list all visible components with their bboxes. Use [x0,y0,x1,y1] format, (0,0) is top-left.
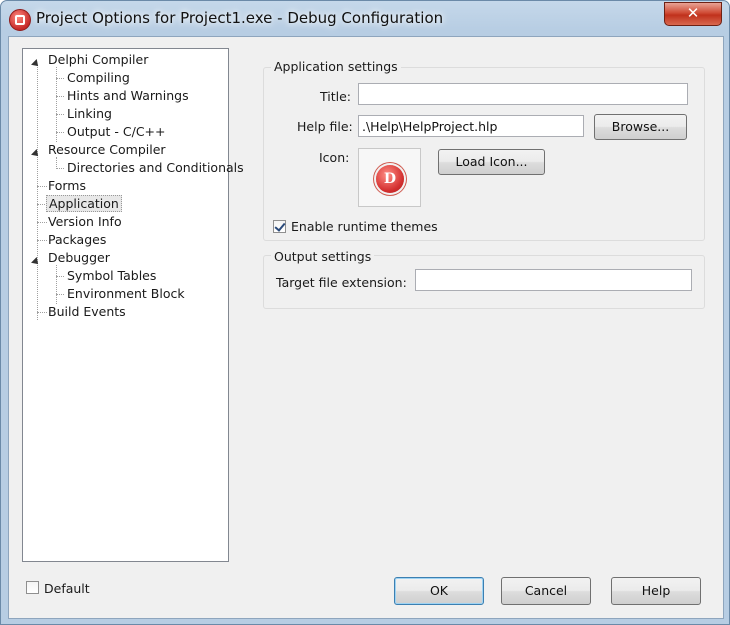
tree-item-label: Linking [67,106,112,121]
tree-item-label: Build Events [48,304,126,319]
tree-item-label: Debugger [48,250,110,265]
tree-item-packages[interactable]: Packages [46,231,108,249]
enable-runtime-themes-checkbox[interactable] [273,220,286,233]
tree-item-debugger[interactable]: Debugger [23,249,223,267]
close-button[interactable]: ✕ [664,2,722,26]
tree-item-symbol-tables[interactable]: Symbol Tables [65,267,158,285]
title-label: Title: [320,89,351,104]
tree-item-environment-block[interactable]: Environment Block [65,285,187,303]
collapse-arrow-icon[interactable] [31,149,41,159]
tree-item-label: Compiling [67,70,130,85]
window-title: Project Options for Project1.exe - Debug… [36,9,444,27]
tree-item-application[interactable]: Application [46,195,122,213]
dialog-window: Project Options for Project1.exe - Debug… [0,0,730,625]
tree-item-directories-and-conditionals[interactable]: Directories and Conditionals [65,159,246,177]
dialog-client: Delphi Compiler Compiling Hints and Warn… [8,36,724,619]
options-tree[interactable]: Delphi Compiler Compiling Hints and Warn… [22,48,244,562]
tree-item-label: Hints and Warnings [67,88,189,103]
tree-item-compiling[interactable]: Compiling [65,69,132,87]
tree-connector [56,294,64,295]
tree-connector [56,114,64,115]
tree-connector [56,132,64,133]
target-file-extension-label: Target file extension: [276,275,407,290]
tree-item-resource-compiler[interactable]: Resource Compiler [23,141,223,159]
tree-item-linking[interactable]: Linking [65,105,114,123]
icon-label: Icon: [319,150,350,165]
cancel-button[interactable]: Cancel [501,577,591,605]
application-settings-title: Application settings [271,59,401,74]
tree-item-label: Forms [48,178,87,193]
tree-item-build-events[interactable]: Build Events [46,303,128,321]
tree-item-version-info[interactable]: Version Info [46,213,124,231]
tree-connector [56,276,64,277]
tree-item-label: Delphi Compiler [48,52,149,67]
default-checkbox[interactable] [26,581,39,594]
tree-item-label: Output - C/C++ [67,124,166,139]
delphi-app-icon: D [376,165,404,193]
enable-runtime-themes-label[interactable]: Enable runtime themes [291,219,438,234]
tree-item-label: Environment Block [67,286,185,301]
tree-item-label: Version Info [48,214,122,229]
tree-item-label: Symbol Tables [67,268,157,283]
tree-item-label: Resource Compiler [48,142,166,157]
tree-item-label: Directories and Conditionals [67,160,244,175]
default-label[interactable]: Default [44,581,90,596]
target-file-extension-input[interactable] [415,269,692,291]
collapse-arrow-icon[interactable] [31,59,41,69]
output-settings-title: Output settings [271,249,375,264]
help-button[interactable]: Help [611,577,701,605]
tree-item-hints-and-warnings[interactable]: Hints and Warnings [65,87,191,105]
collapse-arrow-icon[interactable] [31,257,41,267]
title-bar[interactable]: Project Options for Project1.exe - Debug… [1,1,729,37]
title-input[interactable] [358,83,688,105]
tree-connector [56,78,64,79]
app-icon [9,9,31,31]
tree-item-forms[interactable]: Forms [46,177,88,195]
ok-button[interactable]: OK [394,577,484,605]
tree-connector [56,168,64,169]
load-icon-button[interactable]: Load Icon... [438,149,545,175]
tree-item-label: Packages [48,232,107,247]
browse-button[interactable]: Browse... [594,114,687,140]
help-file-label: Help file: [297,119,353,134]
tree-item-delphi-compiler[interactable]: Delphi Compiler [23,51,223,69]
icon-preview: D [358,148,421,207]
tree-connector [56,265,57,304]
tree-item-output-cpp[interactable]: Output - C/C++ [65,123,168,141]
help-file-input[interactable] [358,115,584,137]
tree-item-label: Application [46,195,122,212]
tree-connector [37,67,38,320]
tree-connector [56,96,64,97]
